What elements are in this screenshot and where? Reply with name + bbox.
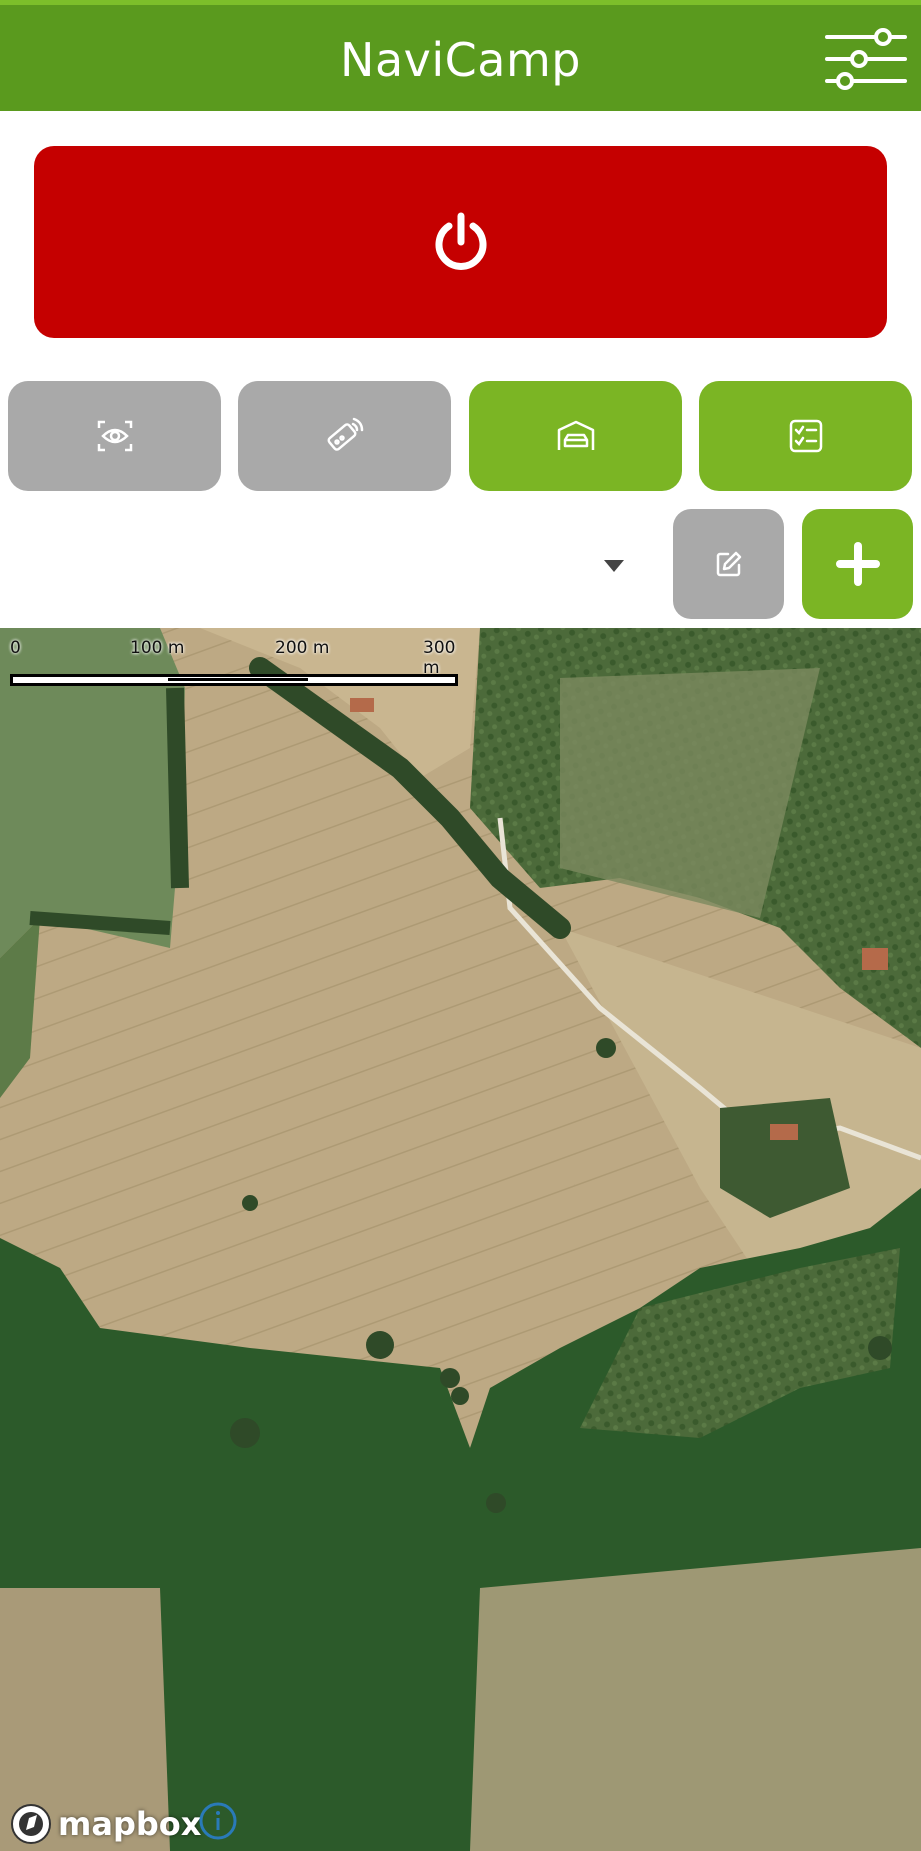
power-button[interactable] bbox=[34, 146, 887, 338]
map-imagery bbox=[0, 628, 921, 1851]
mapbox-mark-icon bbox=[11, 1804, 51, 1844]
sliders-icon[interactable] bbox=[823, 27, 909, 91]
view-mode-button[interactable] bbox=[8, 381, 221, 491]
scale-label-0: 0 bbox=[10, 638, 21, 658]
remote-control-button[interactable] bbox=[238, 381, 451, 491]
remote-control-icon bbox=[327, 417, 363, 451]
scale-label-300: 300 m bbox=[423, 638, 456, 678]
garage-mode-button[interactable] bbox=[469, 381, 682, 491]
scale-bar bbox=[10, 674, 458, 686]
profile-select[interactable] bbox=[0, 508, 660, 618]
checklist-icon bbox=[789, 419, 822, 453]
mapbox-logo-text: mapbox bbox=[58, 1805, 202, 1843]
add-button[interactable] bbox=[802, 509, 913, 619]
satellite-map[interactable]: 0 100 m 200 m 300 m mapbox bbox=[0, 628, 921, 1851]
eye-scan-icon bbox=[97, 420, 132, 452]
app-header: NaviCamp bbox=[0, 0, 921, 111]
garage-car-icon bbox=[557, 420, 594, 450]
scale-label-200: 200 m bbox=[275, 638, 330, 658]
app-title: NaviCamp bbox=[340, 33, 581, 87]
edit-icon bbox=[716, 551, 741, 577]
checklist-button[interactable] bbox=[699, 381, 912, 491]
edit-button[interactable] bbox=[673, 509, 784, 619]
scale-label-100: 100 m bbox=[130, 638, 185, 658]
plus-icon bbox=[835, 542, 880, 586]
caret-down-icon[interactable] bbox=[604, 560, 624, 572]
mapbox-logo[interactable]: mapbox bbox=[10, 1803, 201, 1845]
power-icon bbox=[435, 212, 486, 270]
info-icon[interactable] bbox=[198, 1801, 238, 1845]
map-scale: 0 100 m 200 m 300 m bbox=[10, 638, 460, 686]
